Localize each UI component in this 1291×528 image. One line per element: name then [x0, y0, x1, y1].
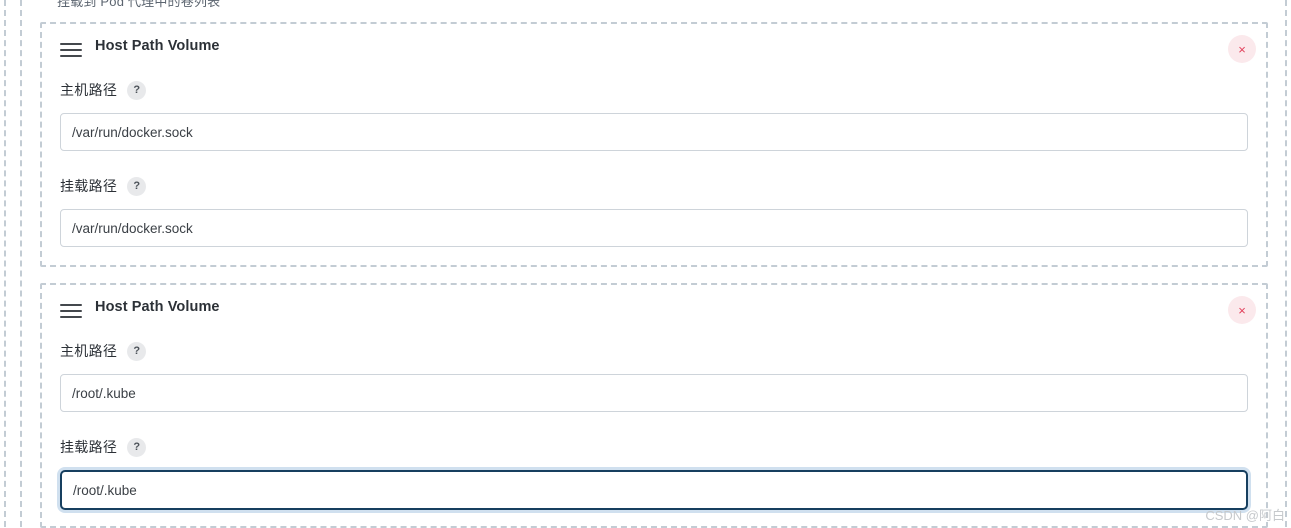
host-path-field: 主机路径 ?: [42, 339, 1266, 412]
host-path-field: 主机路径 ?: [42, 78, 1266, 151]
mount-path-label-row: 挂载路径 ?: [60, 174, 1248, 198]
help-icon[interactable]: ?: [127, 176, 147, 196]
volume-card-title: Host Path Volume: [95, 299, 220, 315]
help-icon[interactable]: ?: [127, 80, 147, 100]
close-icon: ×: [1238, 41, 1246, 57]
help-icon[interactable]: ?: [127, 437, 147, 457]
host-path-label-row: 主机路径 ?: [60, 78, 1248, 102]
mount-path-field: 挂载路径 ?: [42, 435, 1266, 510]
close-icon: ×: [1238, 302, 1246, 318]
host-path-input[interactable]: [60, 113, 1248, 151]
mount-path-label-row: 挂载路径 ?: [60, 435, 1248, 459]
volume-card: Host Path Volume × 主机路径 ? 挂载路径 ?: [40, 22, 1268, 267]
host-path-input[interactable]: [60, 374, 1248, 412]
volumes-panel: 挂载到 Pod 代理中的卷列表 Host Path Volume × 主机路径 …: [0, 0, 1291, 528]
remove-volume-button[interactable]: ×: [1228, 296, 1256, 324]
help-icon[interactable]: ?: [127, 341, 147, 361]
volume-card-header: Host Path Volume ×: [42, 24, 1266, 78]
host-path-label-row: 主机路径 ?: [60, 339, 1248, 363]
drag-handle-icon[interactable]: [60, 304, 82, 318]
drag-handle-icon[interactable]: [60, 43, 82, 57]
remove-volume-button[interactable]: ×: [1228, 35, 1256, 63]
mount-path-input[interactable]: [60, 209, 1248, 247]
host-path-label: 主机路径: [60, 82, 118, 98]
mount-path-label: 挂载路径: [60, 178, 118, 194]
watermark: CSDN @阿白: [1205, 508, 1285, 523]
volume-card: Host Path Volume × 主机路径 ? 挂载路径 ?: [40, 283, 1268, 528]
mount-path-input[interactable]: [60, 470, 1248, 510]
mount-path-label: 挂载路径: [60, 439, 118, 455]
host-path-label: 主机路径: [60, 343, 118, 359]
panel-description: 挂载到 Pod 代理中的卷列表: [57, 0, 221, 9]
mount-path-field: 挂载路径 ?: [42, 174, 1266, 247]
volume-card-header: Host Path Volume ×: [42, 285, 1266, 339]
volume-card-title: Host Path Volume: [95, 38, 220, 54]
